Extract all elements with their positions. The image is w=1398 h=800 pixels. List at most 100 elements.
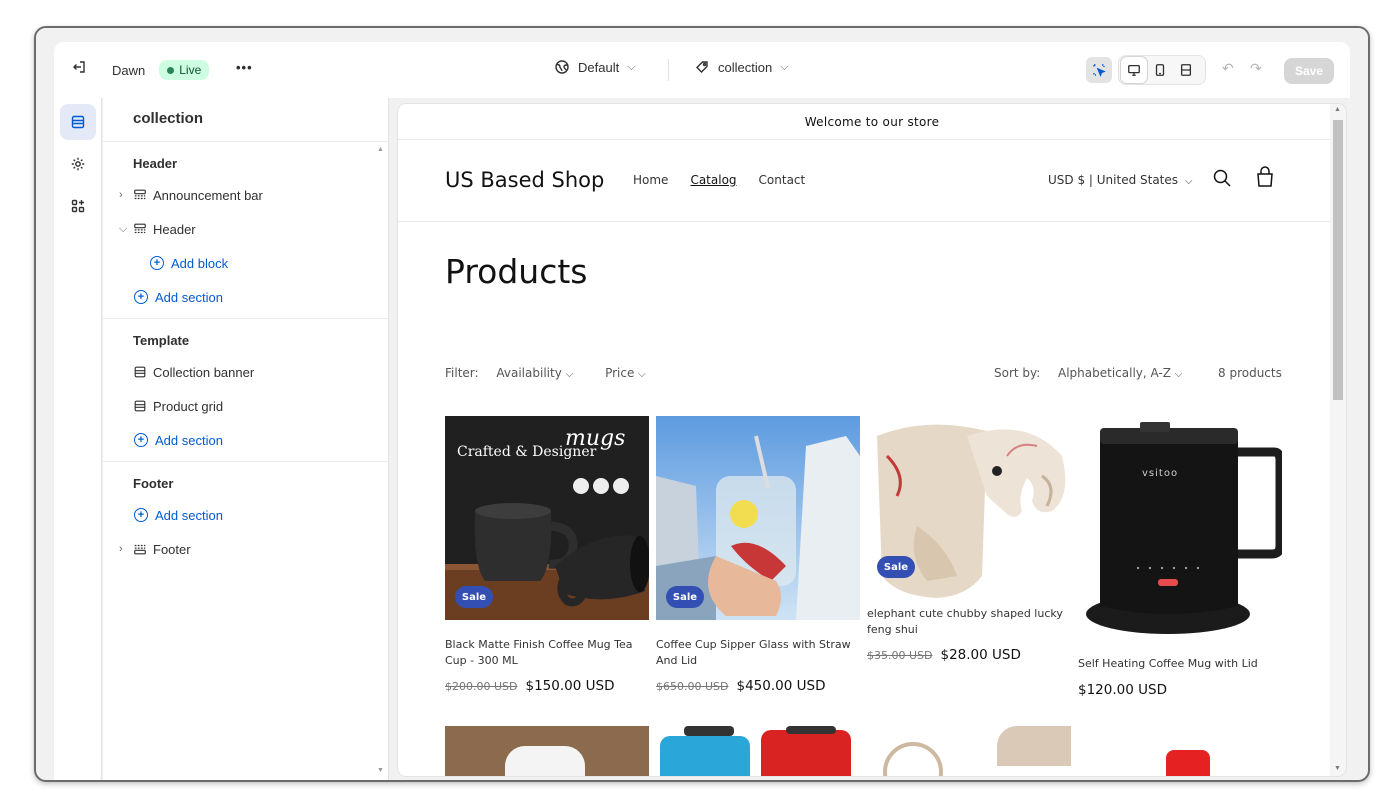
- mobile-icon[interactable]: [1147, 57, 1173, 83]
- mug-brand-text: vsitoo: [1142, 468, 1179, 479]
- product-price: $650.00 USD $450.00 USD: [656, 678, 826, 694]
- live-dot-icon: [167, 66, 175, 74]
- product-price: $35.00 USD $28.00 USD: [867, 647, 1021, 663]
- chevron-down-icon: ⌵: [638, 369, 646, 380]
- section-row-footer[interactable]: › Footer: [103, 532, 388, 566]
- fullscreen-icon[interactable]: [1173, 57, 1199, 83]
- nav-contact[interactable]: Contact: [759, 173, 806, 187]
- chevron-right-icon[interactable]: ›: [119, 189, 133, 201]
- tag-icon: [696, 61, 708, 73]
- filter-label: Filter:: [445, 366, 479, 380]
- product-count: 8 products: [1218, 366, 1282, 380]
- availability-filter[interactable]: Availability ⌵: [496, 366, 573, 380]
- section-row-product-grid[interactable]: Product grid: [103, 389, 388, 423]
- announcement-bar: Welcome to our store: [398, 104, 1346, 140]
- sort-label: Sort by:: [994, 366, 1041, 380]
- product-name[interactable]: Coffee Cup Sipper Glass with Straw And L…: [656, 637, 860, 669]
- undo-icon[interactable]: ↶: [1222, 60, 1234, 77]
- search-icon[interactable]: [1212, 168, 1232, 192]
- add-block-button[interactable]: + Add block: [103, 246, 388, 280]
- product-name[interactable]: elephant cute chubby shaped lucky feng s…: [867, 606, 1071, 638]
- desktop-icon[interactable]: [1121, 57, 1147, 83]
- top-bar-inner: Dawn Live ••• Default ⌵ collection ⌵ ↶ ↷…: [54, 42, 1350, 98]
- sections-icon: [71, 115, 85, 129]
- theme-name: Dawn Live: [112, 60, 210, 80]
- store-preview: Welcome to our store US Based Shop Home …: [398, 104, 1346, 776]
- chevron-down-icon: ⌵: [1174, 369, 1183, 380]
- globe-icon: [555, 60, 569, 74]
- group-title: Template: [133, 333, 190, 348]
- product-image[interactable]: [1078, 726, 1282, 776]
- add-section-button[interactable]: + Add section: [103, 280, 388, 314]
- top-bar: Dawn Live ••• Default ⌵ collection ⌵ ↶ ↷…: [36, 28, 1368, 98]
- settings-rail-button[interactable]: [60, 146, 96, 182]
- app-window: Dawn Live ••• Default ⌵ collection ⌵ ↶ ↷…: [34, 26, 1370, 782]
- save-button[interactable]: Save: [1284, 58, 1334, 84]
- context-selector[interactable]: Default ⌵: [554, 59, 636, 75]
- add-section-button[interactable]: + Add section: [103, 498, 388, 532]
- plus-circle-icon: +: [134, 508, 148, 522]
- apps-icon: [71, 199, 85, 213]
- cart-icon[interactable]: [1255, 165, 1275, 193]
- sale-badge: Sale: [666, 586, 704, 608]
- redo-icon[interactable]: ↷: [1250, 60, 1262, 77]
- scroll-up-icon[interactable]: ▲: [1334, 106, 1341, 113]
- scroll-thumb[interactable]: [1333, 120, 1343, 400]
- live-badge: Live: [159, 60, 210, 80]
- product-name[interactable]: Self Heating Coffee Mug with Lid: [1078, 656, 1282, 672]
- sale-badge: Sale: [877, 556, 915, 578]
- sale-badge: Sale: [455, 586, 493, 608]
- template-selector[interactable]: collection ⌵: [694, 59, 789, 75]
- announcement-section-icon: [133, 188, 153, 202]
- select-cursor-icon: [1093, 64, 1106, 77]
- page-title: Products: [445, 252, 588, 291]
- section-row-collection-banner[interactable]: Collection banner: [103, 355, 388, 389]
- plus-circle-icon: +: [150, 256, 164, 270]
- product-price: $120.00 USD: [1078, 682, 1167, 698]
- nav-catalog[interactable]: Catalog: [690, 173, 736, 187]
- main-nav: Home Catalog Contact: [633, 173, 805, 187]
- product-name[interactable]: Black Matte Finish Coffee Mug Tea Cup - …: [445, 637, 649, 669]
- left-rail: [54, 98, 102, 780]
- scroll-down-icon[interactable]: ▼: [1334, 765, 1341, 772]
- chevron-down-icon: ⌵: [780, 60, 789, 73]
- section-row-header[interactable]: ⌵ Header: [103, 212, 388, 246]
- currency-selector[interactable]: USD $ | United States ⌵: [1048, 173, 1192, 187]
- chevron-right-icon[interactable]: ›: [119, 543, 133, 555]
- group-title: Footer: [133, 476, 174, 491]
- exit-icon[interactable]: [66, 54, 92, 80]
- viewport-switcher: [1118, 55, 1206, 85]
- preview-scrollbar[interactable]: ▲ ▼: [1330, 104, 1346, 776]
- chevron-down-icon: ⌵: [1184, 176, 1193, 187]
- panel-scrollbar[interactable]: ▲ ▼: [374, 142, 388, 780]
- product-price: $200.00 USD $150.00 USD: [445, 678, 615, 694]
- inspector-toggle-button[interactable]: [1086, 57, 1112, 83]
- add-section-button[interactable]: + Add section: [103, 423, 388, 457]
- panel-title: collection: [103, 98, 388, 142]
- gear-icon: [71, 157, 85, 171]
- plus-circle-icon: +: [134, 290, 148, 304]
- sections-panel: collection Header › Announcement bar ⌵ H…: [103, 98, 389, 780]
- filter-bar: Filter: Availability ⌵ Price ⌵ Sort by: …: [445, 366, 1296, 380]
- product-image[interactable]: vsitoo: [1078, 416, 1282, 644]
- scroll-up-icon[interactable]: ▲: [377, 146, 384, 153]
- sort-select[interactable]: Alphabetically, A-Z ⌵: [1058, 366, 1182, 380]
- sections-rail-button[interactable]: [60, 104, 96, 140]
- product-image[interactable]: [867, 416, 1071, 620]
- product-image[interactable]: [656, 726, 860, 776]
- apps-rail-button[interactable]: [60, 188, 96, 224]
- section-icon: [133, 365, 153, 379]
- section-row-announcement-bar[interactable]: › Announcement bar: [103, 178, 388, 212]
- store-header: US Based Shop Home Catalog Contact USD $…: [398, 140, 1346, 222]
- product-image[interactable]: [445, 726, 649, 776]
- product-image[interactable]: [867, 726, 1071, 776]
- nav-home[interactable]: Home: [633, 173, 668, 187]
- mug-artwork-text: Crafted & Designer: [457, 444, 597, 460]
- footer-group: Footer + Add section › Footer: [103, 462, 388, 570]
- more-actions-button[interactable]: •••: [236, 60, 253, 75]
- price-filter[interactable]: Price ⌵: [605, 366, 646, 380]
- shop-logo[interactable]: US Based Shop: [445, 168, 604, 192]
- chevron-down-icon: ⌵: [627, 60, 636, 73]
- chevron-down-icon[interactable]: ⌵: [119, 223, 133, 236]
- scroll-down-icon[interactable]: ▼: [377, 767, 384, 774]
